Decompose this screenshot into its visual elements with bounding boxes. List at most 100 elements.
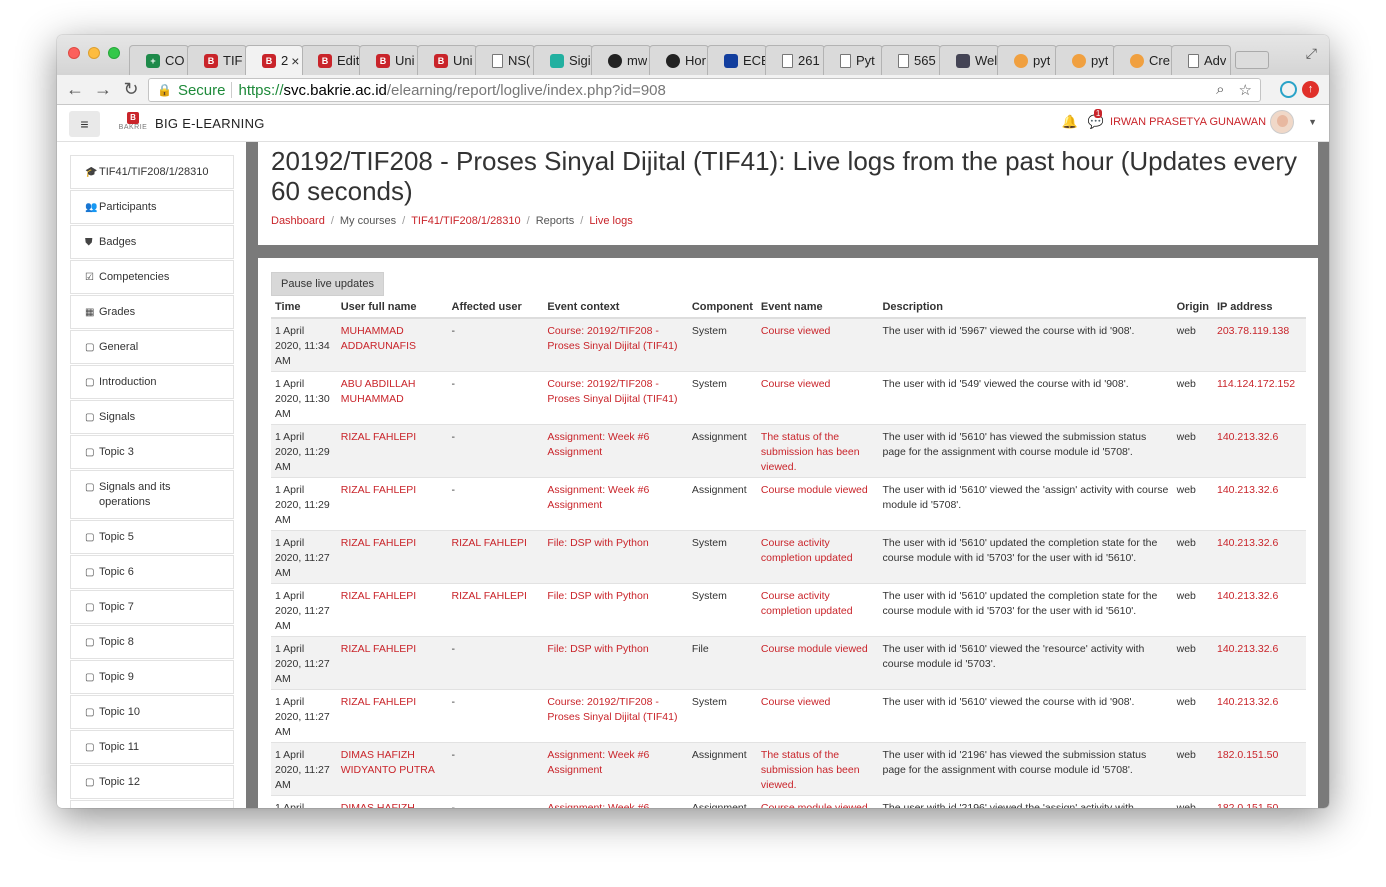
log-cell-event[interactable]: The status of the submission has been vi… xyxy=(756,424,879,478)
log-cell-ip[interactable]: 140.213.32.6 xyxy=(1213,583,1306,637)
log-cell-ip[interactable]: 203.78.119.138 xyxy=(1213,317,1306,372)
log-cell-ip[interactable]: 140.213.32.6 xyxy=(1213,689,1306,743)
browser-tab[interactable]: B 2 × xyxy=(245,45,303,75)
browser-tab[interactable]: pyt xyxy=(997,45,1057,75)
forward-button[interactable]: → xyxy=(89,79,117,100)
sidebar-item[interactable]: ▢ Signals and its operations xyxy=(70,470,234,519)
browser-tab[interactable]: NS( xyxy=(475,45,535,75)
log-cell-event[interactable]: Course viewed xyxy=(756,371,879,425)
address-bar[interactable]: 🔒 Secure https:// svc.bakrie.ac.id /elea… xyxy=(148,78,1261,102)
log-cell-context[interactable]: Course: 20192/TIF208 - Proses Sinyal Dij… xyxy=(543,371,688,425)
back-button[interactable]: ← xyxy=(61,79,89,100)
browser-tab[interactable]: + CO xyxy=(129,45,189,75)
browser-tab[interactable]: B Edit xyxy=(301,45,361,75)
log-cell-event[interactable]: The status of the submission has been vi… xyxy=(756,742,879,796)
user-name[interactable]: IRWAN PRASETYA GUNAWAN xyxy=(1110,116,1266,128)
sidebar-item[interactable]: ▢ Topic 10 xyxy=(70,695,234,729)
browser-tab[interactable]: Cre xyxy=(1113,45,1173,75)
browser-tab[interactable]: Wel xyxy=(939,45,999,75)
log-cell-affected[interactable]: RIZAL FAHLEPI xyxy=(447,530,544,584)
browser-tab[interactable]: mw xyxy=(591,45,651,75)
browser-tab[interactable]: 261 xyxy=(765,45,825,75)
sidebar-item[interactable]: 🎓 TIF41/TIF208/1/28310 xyxy=(70,155,234,189)
log-cell-context[interactable]: Assignment: Week #6 Assignment xyxy=(543,742,688,796)
fullscreen-icon[interactable]: ⤢ xyxy=(1306,45,1317,62)
breadcrumb-item[interactable]: Live logs xyxy=(589,215,632,227)
log-cell-context[interactable]: File: DSP with Python xyxy=(543,530,688,584)
sidebar-item[interactable]: 👥 Participants xyxy=(70,190,234,224)
sidebar-item[interactable]: ▢ Signals xyxy=(70,400,234,434)
browser-tab[interactable]: Pyt xyxy=(823,45,883,75)
log-cell-context[interactable]: Assignment: Week #6 xyxy=(543,795,688,808)
sidebar-item[interactable]: ▢ Topic 6 xyxy=(70,555,234,589)
chevron-down-icon[interactable]: ▼ xyxy=(1308,117,1317,127)
sidebar-item[interactable]: ☑ Competencies xyxy=(70,260,234,294)
sidebar-item[interactable]: ▢ Introduction xyxy=(70,365,234,399)
log-cell-user[interactable]: DIMAS HAFIZH WIDYANTO PUTRA xyxy=(336,742,448,796)
log-cell-context[interactable]: File: DSP with Python xyxy=(543,636,688,690)
zoom-icon[interactable]: ⌕ xyxy=(1216,81,1224,99)
log-cell-ip[interactable]: 140.213.32.6 xyxy=(1213,424,1306,478)
sidebar-item[interactable]: ▢ Topic 12 xyxy=(70,765,234,799)
log-cell-user[interactable]: MUHAMMAD ADDARUNAFIS xyxy=(336,317,448,372)
log-cell-event[interactable]: Course module viewed xyxy=(756,636,879,690)
close-window-button[interactable] xyxy=(68,47,80,59)
log-cell-context[interactable]: Course: 20192/TIF208 - Proses Sinyal Dij… xyxy=(543,317,688,372)
log-cell-user[interactable]: RIZAL FAHLEPI xyxy=(336,530,448,584)
site-logo[interactable]: B BAKRIE xyxy=(115,111,151,136)
avatar[interactable] xyxy=(1270,110,1295,134)
new-tab-button[interactable] xyxy=(1235,51,1269,69)
site-name[interactable]: BIG E-LEARNING xyxy=(155,116,265,131)
sidebar-item[interactable]: ⛊ Badges xyxy=(70,225,234,259)
sidebar-item[interactable]: ▢ Topic 9 xyxy=(70,660,234,694)
log-cell-ip[interactable]: 114.124.172.152 xyxy=(1213,371,1306,425)
log-cell-context[interactable]: Assignment: Week #6 Assignment xyxy=(543,424,688,478)
log-cell-user[interactable]: RIZAL FAHLEPI xyxy=(336,689,448,743)
zoom-window-button[interactable] xyxy=(108,47,120,59)
close-tab-icon[interactable]: × xyxy=(291,53,299,69)
log-cell-ip[interactable]: 140.213.32.6 xyxy=(1213,477,1306,531)
log-cell-user[interactable]: RIZAL FAHLEPI xyxy=(336,424,448,478)
log-cell-user[interactable]: RIZAL FAHLEPI xyxy=(336,477,448,531)
browser-tab[interactable]: B Uni xyxy=(359,45,419,75)
menu-toggle-button[interactable]: ≡ xyxy=(69,110,100,137)
browser-tab[interactable]: Hor xyxy=(649,45,709,75)
log-cell-affected[interactable]: RIZAL FAHLEPI xyxy=(447,583,544,637)
log-cell-event[interactable]: Course activity completion updated xyxy=(756,530,879,584)
sidebar-item[interactable]: ▢ Topic 5 xyxy=(70,520,234,554)
sidebar-item[interactable]: ▢ Topic 8 xyxy=(70,625,234,659)
log-cell-user[interactable]: RIZAL FAHLEPI xyxy=(336,583,448,637)
extension-icon[interactable] xyxy=(1280,81,1297,98)
browser-tab[interactable]: Sigi xyxy=(533,45,593,75)
log-cell-event[interactable]: Course module viewed xyxy=(756,795,879,808)
log-cell-context[interactable]: Assignment: Week #6 Assignment xyxy=(543,477,688,531)
message-icon[interactable]: 💬 1 xyxy=(1088,109,1104,130)
extension-upload-icon[interactable]: ↑ xyxy=(1302,81,1319,98)
sidebar-item[interactable]: ▢ Topic 3 xyxy=(70,435,234,469)
log-cell-ip[interactable]: 182.0.151.50 xyxy=(1213,795,1306,808)
breadcrumb-item[interactable]: Dashboard xyxy=(271,215,325,227)
log-cell-event[interactable]: Course module viewed xyxy=(756,477,879,531)
log-cell-event[interactable]: Course viewed xyxy=(756,689,879,743)
sidebar-item[interactable]: ▢Topic 13 xyxy=(70,800,234,808)
log-cell-user[interactable]: RIZAL FAHLEPI xyxy=(336,636,448,690)
browser-tab[interactable]: B TIF xyxy=(187,45,247,75)
minimize-window-button[interactable] xyxy=(88,47,100,59)
breadcrumb-item[interactable]: TIF41/TIF208/1/28310 xyxy=(411,215,520,227)
log-cell-context[interactable]: File: DSP with Python xyxy=(543,583,688,637)
browser-tab[interactable]: 565 xyxy=(881,45,941,75)
log-cell-user[interactable]: DIMAS HAFIZH xyxy=(336,795,448,808)
browser-tab[interactable]: pyt xyxy=(1055,45,1115,75)
bookmark-star-icon[interactable]: ☆ xyxy=(1239,81,1252,99)
browser-tab[interactable]: B Uni xyxy=(417,45,477,75)
bell-icon[interactable]: 🔔 xyxy=(1062,114,1078,130)
log-cell-ip[interactable]: 182.0.151.50 xyxy=(1213,742,1306,796)
browser-tab[interactable]: Adv xyxy=(1171,45,1231,75)
log-cell-context[interactable]: Course: 20192/TIF208 - Proses Sinyal Dij… xyxy=(543,689,688,743)
log-cell-event[interactable]: Course activity completion updated xyxy=(756,583,879,637)
sidebar-item[interactable]: ▢ General xyxy=(70,330,234,364)
reload-button[interactable]: ↻ xyxy=(117,79,145,100)
log-cell-ip[interactable]: 140.213.32.6 xyxy=(1213,636,1306,690)
sidebar-item[interactable]: ▦ Grades xyxy=(70,295,234,329)
log-cell-ip[interactable]: 140.213.32.6 xyxy=(1213,530,1306,584)
